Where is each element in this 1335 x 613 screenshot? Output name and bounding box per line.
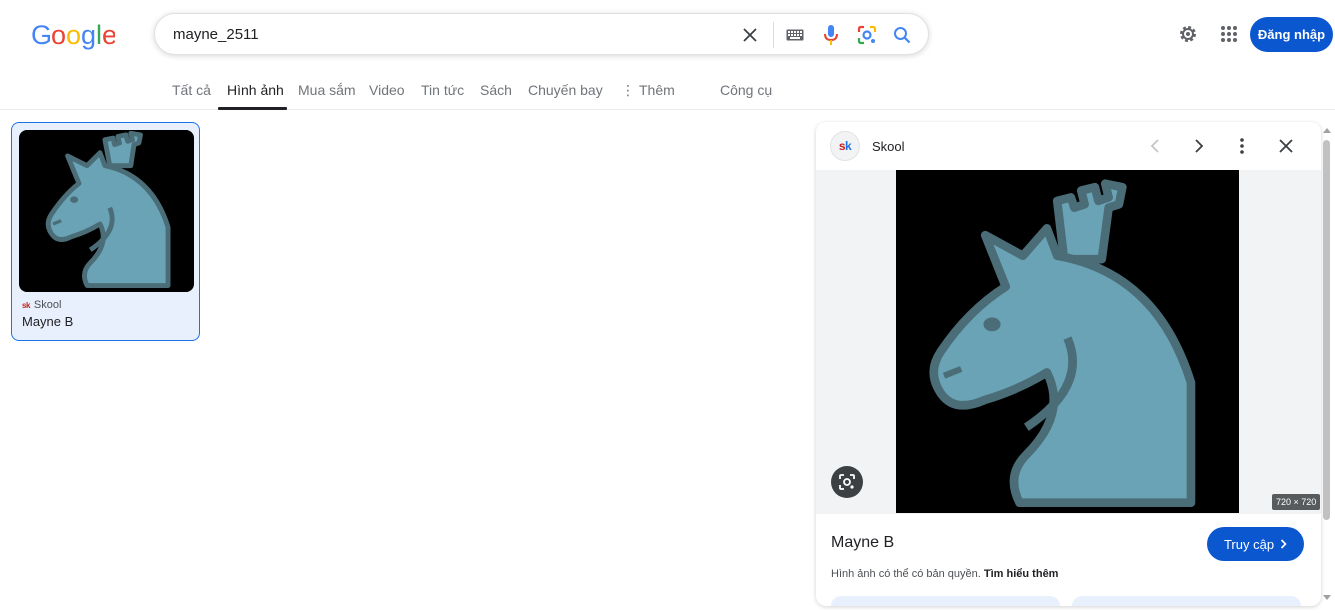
skool-favicon-icon: sk — [830, 131, 860, 161]
login-button[interactable]: Đăng nhập — [1250, 17, 1333, 52]
skool-favicon-icon: sk — [22, 300, 30, 310]
knight-rook-image — [896, 170, 1239, 513]
tab-more-label: Thêm — [639, 82, 675, 98]
related-chip[interactable] — [831, 596, 1060, 606]
search-box — [154, 13, 929, 55]
google-logo[interactable]: G o o g l e — [31, 20, 117, 50]
preview-header: sk Skool — [816, 122, 1321, 170]
tab-video[interactable]: Video — [369, 82, 405, 98]
search-icon[interactable] — [890, 23, 914, 47]
svg-text:l: l — [96, 20, 101, 50]
next-chevron-icon[interactable] — [1189, 136, 1209, 156]
close-icon[interactable] — [1276, 136, 1296, 156]
clear-icon[interactable] — [738, 23, 762, 47]
scroll-up-arrow-icon[interactable] — [1322, 125, 1332, 135]
visit-button-label: Truy cập — [1223, 536, 1275, 552]
preview-scrollbar[interactable] — [1321, 122, 1333, 606]
preview-image-area: 720 × 720 — [816, 170, 1321, 514]
tab-tools[interactable]: Công cụ — [720, 82, 772, 98]
tab-news[interactable]: Tin tức — [421, 82, 464, 98]
tab-all[interactable]: Tất cả — [172, 82, 211, 98]
tab-images[interactable]: Hình ảnh — [227, 82, 284, 98]
knight-rook-image — [25, 130, 188, 292]
search-divider — [773, 22, 774, 48]
preview-source-name[interactable]: Skool — [872, 139, 905, 154]
more-vert-icon: ⋮ — [621, 82, 635, 98]
tab-more[interactable]: ⋮ Thêm — [621, 82, 675, 99]
svg-text:G: G — [31, 20, 51, 50]
related-chip[interactable] — [1072, 596, 1301, 606]
preview-title[interactable]: Mayne B — [831, 534, 894, 552]
google-lens-icon[interactable] — [855, 23, 879, 47]
copyright-notice: Hình ảnh có thể có bản quyền. Tìm hiểu t… — [831, 568, 1058, 580]
copyright-text: Hình ảnh có thể có bản quyền. — [831, 568, 981, 580]
apps-grid-icon[interactable] — [1216, 21, 1242, 47]
previous-chevron-icon[interactable] — [1145, 136, 1165, 156]
search-input[interactable] — [173, 14, 713, 54]
result-source: sk Skool — [22, 299, 61, 311]
search-tabs: Tất cả Hình ảnh Mua sắm Video Tin tức Sá… — [0, 70, 1335, 110]
svg-text:g: g — [81, 20, 95, 50]
tab-flights[interactable]: Chuyến bay — [528, 82, 603, 98]
chevron-right-icon — [1280, 539, 1287, 549]
scroll-down-arrow-icon[interactable] — [1322, 592, 1332, 602]
tab-books[interactable]: Sách — [480, 82, 512, 98]
result-source-name: Skool — [33, 299, 62, 311]
image-dimensions-badge: 720 × 720 — [1272, 494, 1321, 510]
active-tab-indicator — [218, 107, 287, 110]
keyboard-icon[interactable] — [783, 23, 807, 47]
visual-search-lens-button[interactable] — [831, 466, 863, 498]
svg-text:o: o — [51, 20, 65, 50]
image-preview-panel: sk Skool 720 × 720 Mayne B Truy cập Hình… — [816, 122, 1321, 606]
image-result-card[interactable]: sk Skool Mayne B — [11, 122, 200, 341]
tab-shopping[interactable]: Mua sắm — [298, 82, 356, 98]
preview-image[interactable] — [896, 170, 1239, 513]
favicon-letters: sk — [838, 139, 852, 153]
learn-more-link[interactable]: Tìm hiểu thêm — [984, 568, 1059, 580]
google-logo-mark: G o o g l e — [31, 20, 117, 50]
svg-text:e: e — [102, 20, 115, 50]
visit-button[interactable]: Truy cập — [1207, 527, 1304, 561]
result-thumbnail — [19, 130, 194, 292]
scrollbar-thumb[interactable] — [1323, 140, 1330, 520]
svg-text:o: o — [66, 20, 80, 50]
more-options-icon[interactable] — [1232, 136, 1252, 156]
settings-gear-icon[interactable] — [1175, 21, 1201, 47]
microphone-icon[interactable] — [819, 23, 843, 47]
result-title[interactable]: Mayne B — [22, 314, 73, 329]
